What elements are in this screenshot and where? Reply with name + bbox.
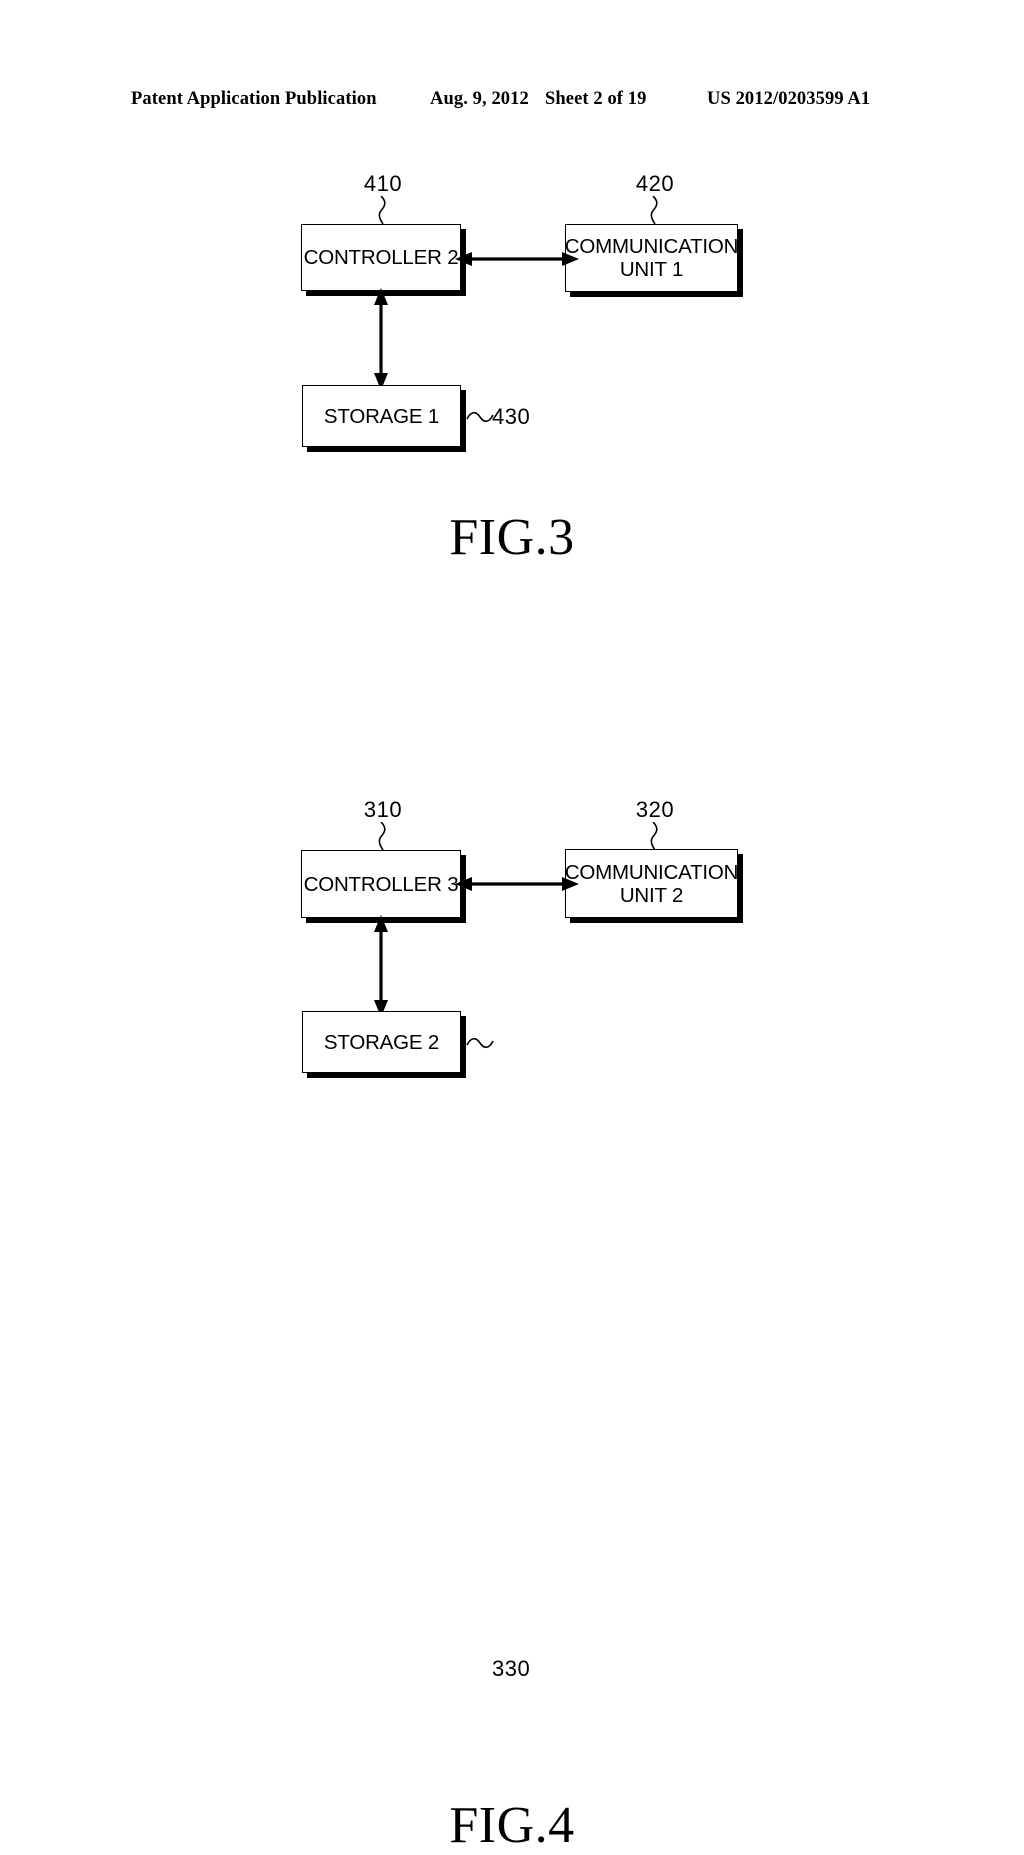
leader-line-330-icon [466, 1037, 494, 1049]
node-storage-1: STORAGE 1 [302, 385, 461, 447]
reference-number-410: 410 [363, 171, 403, 196]
node-storage-2: STORAGE 2 [302, 1011, 461, 1073]
reference-number-430: 430 [492, 404, 531, 429]
node-communication-unit-2-label: COMMUNICATION UNIT 2 [564, 860, 739, 907]
leader-line-420-icon [650, 196, 658, 224]
leader-line-320-icon [650, 822, 658, 850]
reference-number-420: 420 [635, 171, 675, 196]
node-storage-2-label: STORAGE 2 [323, 1030, 440, 1054]
node-communication-unit-1-label: COMMUNICATION UNIT 1 [564, 235, 739, 281]
connector-controller-3-to-storage-2 [374, 915, 388, 1017]
node-controller-3-label: CONTROLLER 3 [303, 872, 459, 896]
figure-3: 410 420 CONTROLLER 2 COMMUNICATION UNIT … [0, 0, 1024, 600]
reference-number-320: 320 [635, 797, 675, 822]
node-controller-2-label: CONTROLLER 2 [303, 246, 459, 269]
connector-controller-2-to-communication-unit-1 [455, 252, 579, 266]
node-communication-unit-2: COMMUNICATION UNIT 2 [565, 849, 738, 918]
figure-4-caption: FIG.4 [449, 1797, 575, 1854]
reference-number-310: 310 [363, 797, 403, 822]
reference-number-330: 330 [492, 1656, 531, 1681]
node-controller-2: CONTROLLER 2 [301, 224, 461, 291]
figure-4: 310 320 CONTROLLER 3 COMMUNICATION UNIT … [0, 626, 1024, 1854]
leader-line-430-icon [466, 411, 494, 423]
node-storage-1-label: STORAGE 1 [323, 404, 440, 428]
node-controller-3: CONTROLLER 3 [301, 850, 461, 918]
node-communication-unit-1: COMMUNICATION UNIT 1 [565, 224, 738, 292]
connector-controller-2-to-storage-1 [374, 288, 388, 390]
leader-line-310-icon [378, 822, 386, 850]
leader-line-410-icon [378, 196, 386, 224]
connector-controller-3-to-communication-unit-2 [455, 877, 579, 891]
figure-3-caption: FIG.3 [449, 509, 575, 566]
